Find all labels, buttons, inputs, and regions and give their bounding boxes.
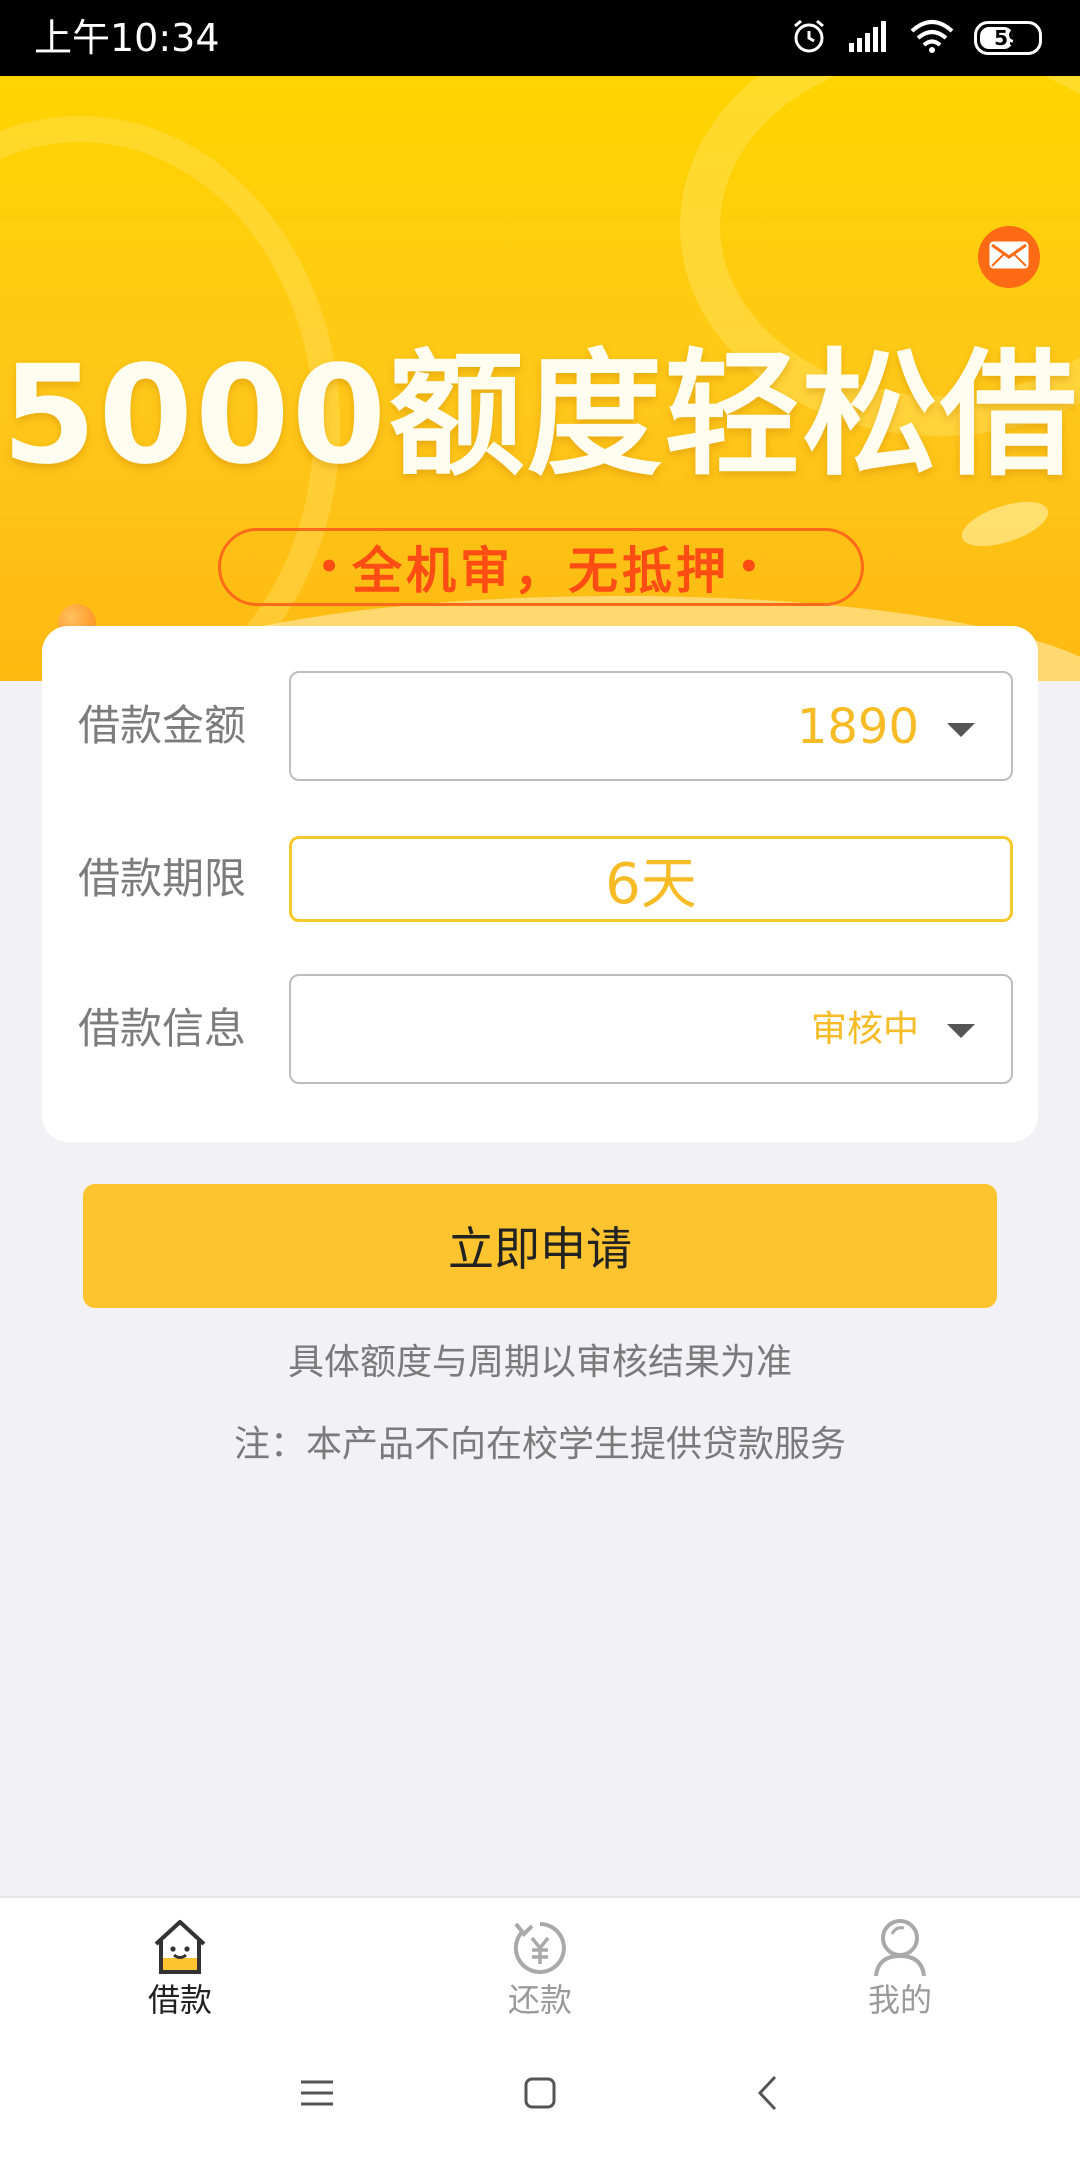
info-value: 审核中 — [810, 1009, 919, 1050]
apply-button[interactable]: 立即申请 — [83, 1184, 997, 1308]
bullet-dot: • — [318, 547, 344, 587]
status-bar: 上午10:34 59 — [0, 0, 1080, 76]
house-icon — [150, 1916, 210, 1978]
promo-banner[interactable]: 5000额度轻松借 • 全机审，无抵押 • — [0, 76, 1080, 681]
home-button[interactable] — [505, 2060, 575, 2130]
amount-value: 1890 — [796, 699, 919, 755]
period-field[interactable]: 6天 — [289, 836, 1013, 922]
person-icon — [870, 1916, 930, 1978]
chevron-down-icon — [947, 1024, 975, 1038]
banner-subtitle: 全机审，无抵押 — [352, 542, 730, 600]
system-nav-bar — [0, 2030, 1080, 2160]
home-square-icon — [523, 2076, 557, 2114]
tab-borrow[interactable]: 借款 — [80, 1898, 280, 2032]
info-label: 借款信息 — [78, 1004, 247, 1053]
bullet-dot: • — [738, 547, 764, 587]
bottom-tab-bar: 借款 还款 我的 — [0, 1896, 1080, 2030]
amount-label: 借款金额 — [78, 701, 247, 750]
student-disclaimer: 注：本产品不向在校学生提供贷款服务 — [233, 1424, 846, 1465]
period-row: 借款期限 6天 — [42, 836, 1038, 922]
tab-label: 借款 — [147, 1981, 212, 2019]
tab-mine[interactable]: 我的 — [800, 1898, 1000, 2032]
back-button[interactable] — [732, 2060, 802, 2130]
back-chevron-icon — [755, 2074, 779, 2116]
amount-row: 借款金额 1890 — [42, 671, 1038, 781]
loan-form-card: 借款金额 1890 借款期限 6天 借款信息 审核中 — [42, 626, 1038, 1142]
banner-decoration — [956, 492, 1054, 556]
banner-subtitle-pill: • 全机审，无抵押 • — [218, 528, 864, 606]
info-row: 借款信息 审核中 — [42, 974, 1038, 1084]
battery-level: 59 — [994, 26, 1022, 50]
battery-icon: 59 — [974, 21, 1042, 55]
repay-yen-icon — [510, 1916, 570, 1978]
alarm-icon — [790, 17, 828, 59]
period-label: 借款期限 — [78, 854, 247, 903]
menu-icon — [299, 2078, 335, 2112]
info-select[interactable]: 审核中 — [289, 974, 1013, 1084]
period-value: 6天 — [605, 851, 697, 917]
amount-select[interactable]: 1890 — [289, 671, 1013, 781]
chevron-down-icon — [947, 723, 975, 737]
mail-icon — [989, 241, 1029, 273]
menu-button[interactable] — [282, 2060, 352, 2130]
tab-label: 还款 — [507, 1981, 572, 2019]
status-icons: 59 — [790, 18, 1042, 58]
tab-label: 我的 — [867, 1981, 932, 2019]
banner-headline: 5000额度轻松借 — [1, 337, 1079, 495]
limit-note: 具体额度与周期以审核结果为准 — [287, 1342, 792, 1383]
signal-icon — [848, 19, 890, 57]
status-time: 上午10:34 — [34, 16, 220, 60]
mail-button[interactable] — [978, 226, 1040, 288]
tab-repay[interactable]: 还款 — [440, 1898, 640, 2032]
wifi-icon — [910, 19, 954, 57]
